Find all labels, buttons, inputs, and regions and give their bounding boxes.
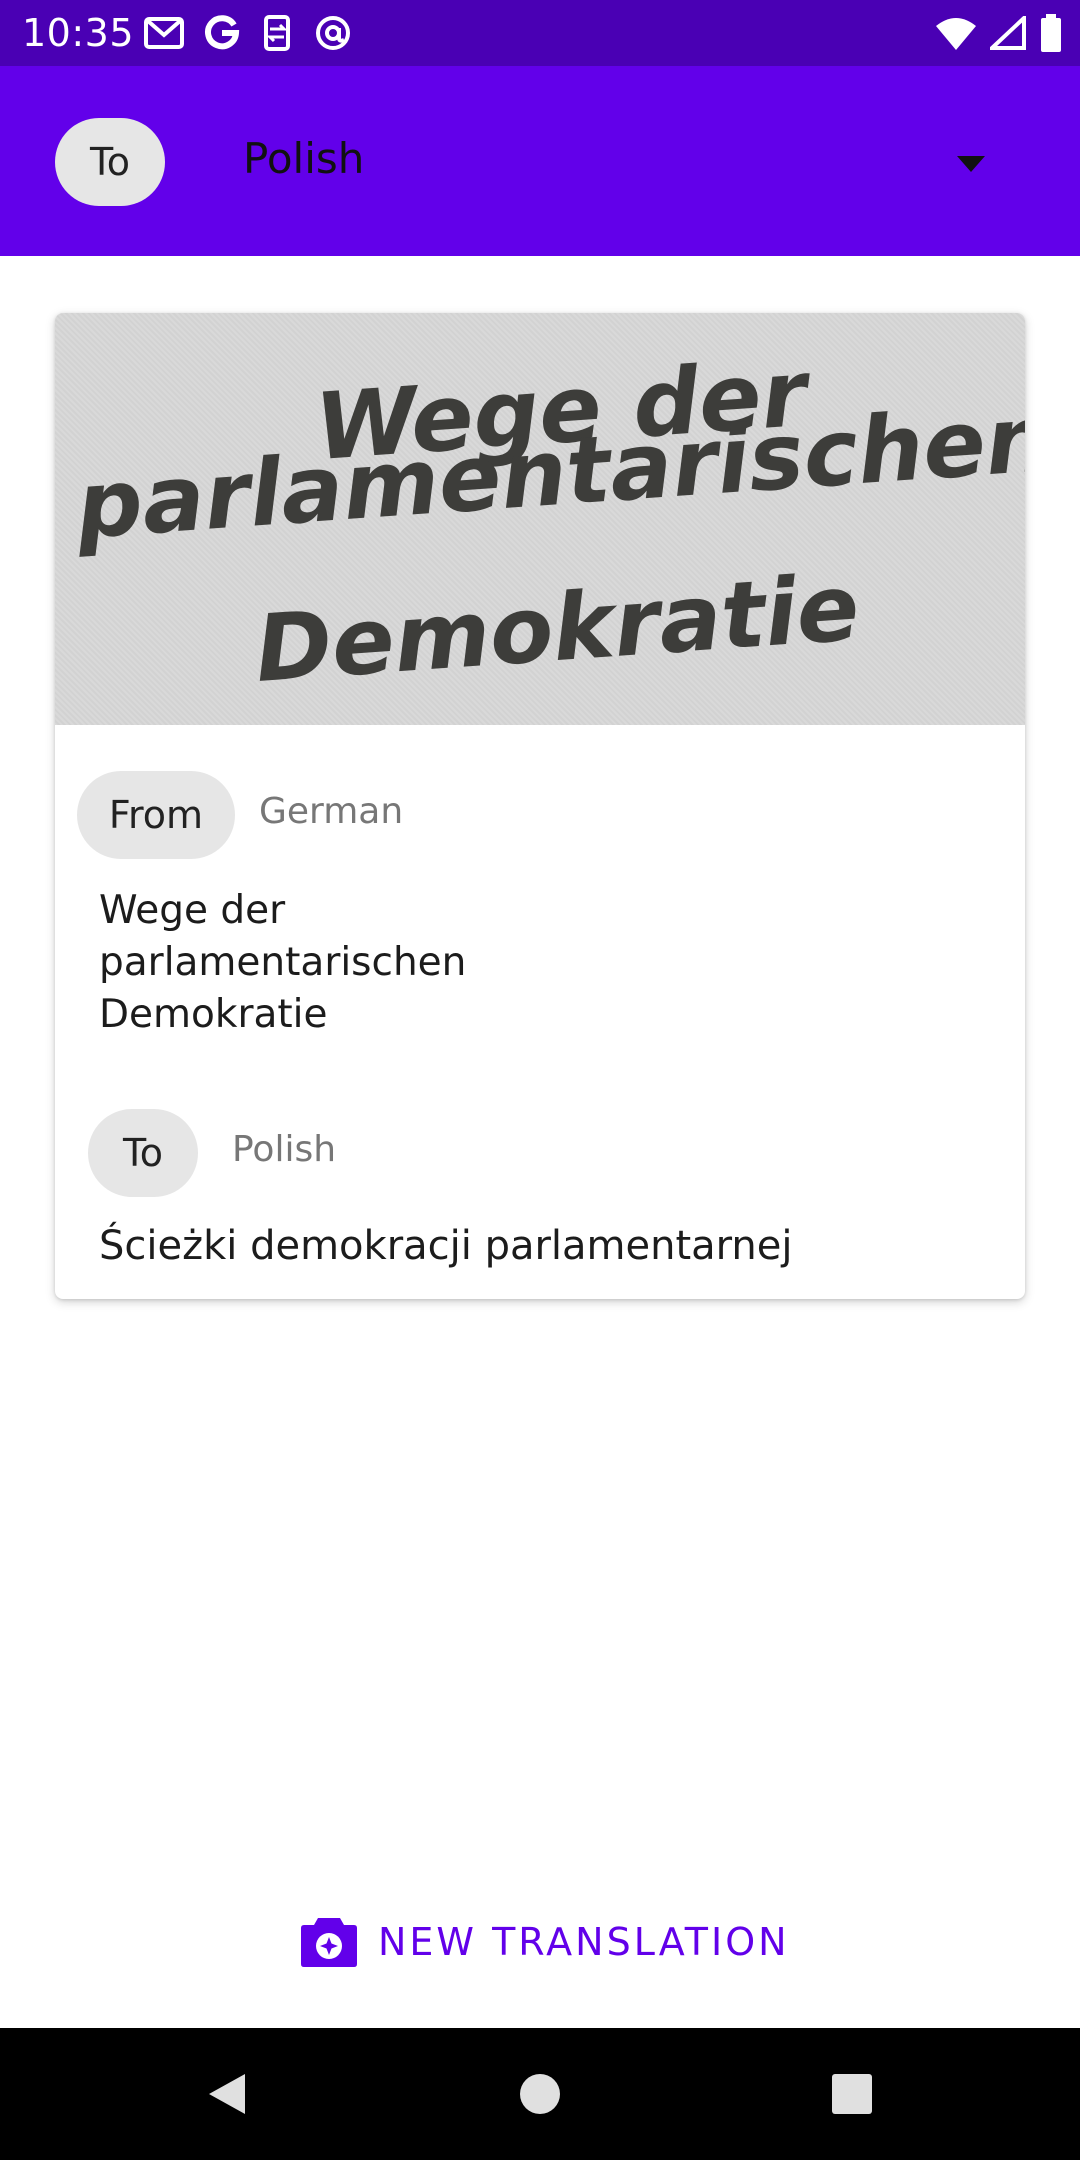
recents-icon[interactable] xyxy=(828,2070,876,2118)
gmail-icon xyxy=(144,17,184,49)
back-icon[interactable] xyxy=(203,2070,251,2118)
translated-text: Ścieżki demokracji parlamentarnej xyxy=(99,1223,793,1269)
notification-icons xyxy=(144,10,352,56)
camera-icon xyxy=(301,1918,357,1967)
target-language-select[interactable]: Polish xyxy=(243,134,364,183)
translation-card: Wege der parlamentarischen Demokratie Fr… xyxy=(55,313,1025,1299)
captured-photo: Wege der parlamentarischen Demokratie xyxy=(55,313,1025,725)
language-toolbar: To Polish xyxy=(0,66,1080,256)
system-icons xyxy=(936,10,1062,56)
dropdown-arrow-icon[interactable] xyxy=(955,154,987,174)
status-bar: 10:35 xyxy=(0,0,1080,66)
new-translation-button[interactable]: NEW TRANSLATION xyxy=(300,1912,790,1972)
target-language: Polish xyxy=(232,1129,337,1170)
from-chip: From xyxy=(77,771,235,859)
cell-signal-icon xyxy=(990,16,1026,50)
target-language-chip: To xyxy=(55,118,165,206)
at-sign-icon xyxy=(316,16,350,50)
wifi-icon xyxy=(936,18,976,50)
google-icon xyxy=(205,15,240,50)
new-translation-label: NEW TRANSLATION xyxy=(378,1920,790,1964)
status-time: 10:35 xyxy=(22,11,135,55)
battery-icon xyxy=(1041,14,1061,52)
sync-icon xyxy=(264,15,290,51)
to-chip: To xyxy=(88,1109,198,1197)
photo-text-line: Demokratie xyxy=(252,554,863,703)
source-language: German xyxy=(259,791,404,832)
home-icon[interactable] xyxy=(516,2070,564,2118)
navigation-bar xyxy=(0,2028,1080,2160)
source-text: Wege der parlamentarischen Demokratie xyxy=(99,888,467,1037)
